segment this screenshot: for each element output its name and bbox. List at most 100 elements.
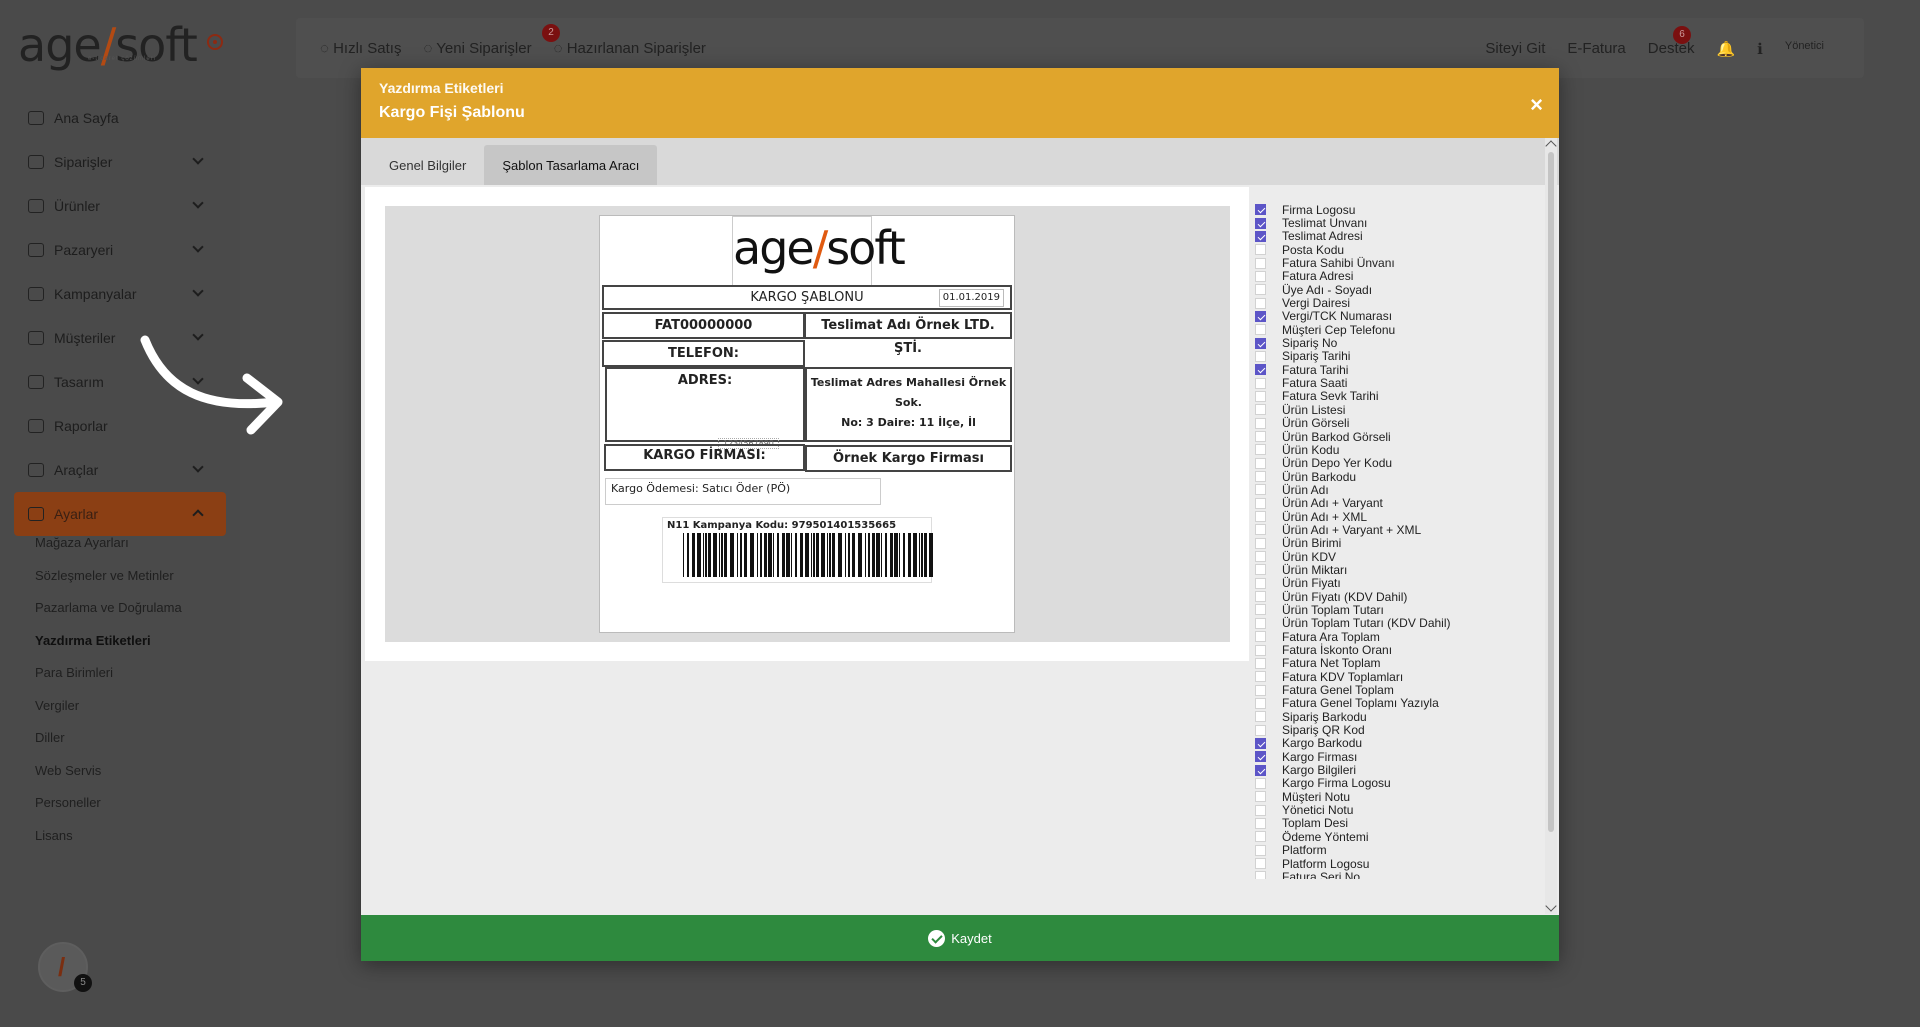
submenu-item[interactable]: Web Servis <box>35 763 182 796</box>
field-checkbox[interactable] <box>1255 270 1266 282</box>
field-checkbox[interactable] <box>1255 777 1266 789</box>
tab-general-info[interactable]: Genel Bilgiler <box>371 145 484 185</box>
field-checkbox[interactable] <box>1255 444 1266 456</box>
field-checkbox[interactable] <box>1255 577 1266 589</box>
field-option[interactable]: Ürün Adı + Varyant + XML <box>1255 523 1535 537</box>
field-option[interactable]: Kargo Bilgileri <box>1255 763 1535 777</box>
field-checkbox[interactable] <box>1255 858 1266 870</box>
field-checkbox[interactable] <box>1255 591 1266 603</box>
field-option[interactable]: Teslimat Unvanı <box>1255 216 1535 230</box>
tab-template-designer[interactable]: Şablon Tasarlama Aracı <box>484 145 658 185</box>
field-option[interactable]: Ödeme Yöntemi <box>1255 830 1535 844</box>
label-date[interactable]: 01.01.2019 <box>938 289 1004 307</box>
topbar-link[interactable]: Yeni Siparişler <box>423 40 531 57</box>
field-checkbox[interactable] <box>1255 337 1266 349</box>
support-link[interactable]: Destek <box>1648 40 1695 58</box>
field-option[interactable]: Fatura Ara Toplam <box>1255 630 1535 644</box>
sidebar-item[interactable]: Pazaryeri <box>14 228 226 272</box>
submenu-item[interactable]: Sözleşmeler ve Metinler <box>35 568 182 601</box>
scroll-up-icon[interactable] <box>1545 140 1557 152</box>
field-option[interactable]: Sipariş Barkodu <box>1255 710 1535 724</box>
field-checkbox[interactable] <box>1255 244 1266 256</box>
field-checkbox[interactable] <box>1255 377 1266 389</box>
field-checkbox[interactable] <box>1255 564 1266 576</box>
field-checkbox[interactable] <box>1255 417 1266 429</box>
field-option[interactable]: Ürün Listesi <box>1255 403 1535 417</box>
field-option[interactable]: Kargo Firma Logosu <box>1255 776 1535 790</box>
field-checkbox[interactable] <box>1255 831 1266 843</box>
field-option[interactable]: Ürün Depo Yer Kodu <box>1255 456 1535 470</box>
label-cargo-title[interactable]: KARGO FİRMASI: <box>604 444 805 471</box>
field-option[interactable]: Müşteri Notu <box>1255 790 1535 804</box>
close-icon[interactable]: × <box>1530 92 1543 118</box>
field-option[interactable]: Fatura Genel Toplamı Yazıyla <box>1255 696 1535 710</box>
field-option[interactable]: Fatura Sahibi Ünvanı <box>1255 256 1535 270</box>
field-option[interactable]: Ürün Adı + Varyant <box>1255 496 1535 510</box>
field-option[interactable]: Fatura Seri No <box>1255 870 1535 879</box>
sidebar-item[interactable]: Kampanyalar <box>14 272 226 316</box>
field-checkbox[interactable] <box>1255 551 1266 563</box>
field-checkbox[interactable] <box>1255 217 1266 229</box>
label-cargo-value[interactable]: Örnek Kargo Firması <box>805 445 1012 472</box>
submenu-item[interactable]: Diller <box>35 730 182 763</box>
field-option[interactable]: Fatura Net Toplam <box>1255 656 1535 670</box>
submenu-item[interactable]: Yazdırma Etiketleri <box>35 633 182 666</box>
field-option[interactable]: Fatura Genel Toplam <box>1255 683 1535 697</box>
field-option[interactable]: Ürün Miktarı <box>1255 563 1535 577</box>
field-option[interactable]: Ürün Birimi <box>1255 536 1535 550</box>
field-checkbox[interactable] <box>1255 817 1266 829</box>
field-option[interactable]: Fatura KDV Toplamları <box>1255 670 1535 684</box>
field-checkbox[interactable] <box>1255 230 1266 242</box>
field-checkbox[interactable] <box>1255 671 1266 683</box>
field-checkbox[interactable] <box>1255 711 1266 723</box>
submenu-item[interactable]: Mağaza Ayarları <box>35 535 182 568</box>
field-option[interactable]: Sipariş QR Kod <box>1255 723 1535 737</box>
chevron-down-icon[interactable] <box>192 461 204 473</box>
field-checkbox[interactable] <box>1255 297 1266 309</box>
field-checkbox[interactable] <box>1255 390 1266 402</box>
field-checkbox[interactable] <box>1255 791 1266 803</box>
info-icon[interactable]: ℹ <box>1757 40 1763 58</box>
field-option[interactable]: Ürün Adı + XML <box>1255 510 1535 524</box>
field-checkbox[interactable] <box>1255 751 1266 763</box>
label-barcode[interactable]: N11 Kampanya Kodu: 979501401535665 <box>662 517 933 583</box>
field-option[interactable]: Ürün Adı <box>1255 483 1535 497</box>
field-checkbox[interactable] <box>1255 350 1266 362</box>
chevron-down-icon[interactable] <box>192 509 204 521</box>
label-payment[interactable]: Kargo Ödemesi: Satıcı Öder (PÖ) <box>605 478 881 505</box>
chevron-down-icon[interactable] <box>192 197 204 209</box>
field-checkbox[interactable] <box>1255 804 1266 816</box>
field-checkbox[interactable] <box>1255 284 1266 296</box>
field-option[interactable]: Ürün Barkod Görseli <box>1255 430 1535 444</box>
field-checkbox[interactable] <box>1255 844 1266 856</box>
submenu-item[interactable]: Personeller <box>35 795 182 828</box>
field-checkbox[interactable] <box>1255 644 1266 656</box>
sidebar-item[interactable]: Araçlar <box>14 448 226 492</box>
field-option[interactable]: Ürün Toplam Tutarı (KDV Dahil) <box>1255 616 1535 630</box>
label-address-value[interactable]: Teslimat Adres Mahallesi Örnek Sok. No: … <box>805 367 1012 442</box>
e-invoice-link[interactable]: E-Fatura <box>1567 40 1625 58</box>
field-checkbox[interactable] <box>1255 631 1266 643</box>
field-option[interactable]: Toplam Desi <box>1255 816 1535 830</box>
label-logo[interactable]: age/soft <box>732 216 906 286</box>
field-option[interactable]: Sipariş Tarihi <box>1255 349 1535 363</box>
field-option[interactable]: Fatura Tarihi <box>1255 363 1535 377</box>
field-option[interactable]: Ürün Görseli <box>1255 416 1535 430</box>
user-name[interactable]: Yönetici <box>1785 40 1824 58</box>
field-option[interactable]: Kargo Barkodu <box>1255 736 1535 750</box>
field-option[interactable]: Posta Kodu <box>1255 243 1535 257</box>
field-checkbox[interactable] <box>1255 431 1266 443</box>
sidebar-item[interactable]: Ana Sayfa <box>14 96 226 140</box>
field-checkbox[interactable] <box>1255 604 1266 616</box>
field-option[interactable]: Fatura İskonto Oranı <box>1255 643 1535 657</box>
field-checkbox[interactable] <box>1255 511 1266 523</box>
field-checkbox[interactable] <box>1255 657 1266 669</box>
submenu-item[interactable]: Vergiler <box>35 698 182 731</box>
sidebar-item[interactable]: Ürünler <box>14 184 226 228</box>
label-title[interactable]: KARGO ŞABLONU 01.01.2019 <box>602 285 1012 310</box>
field-option[interactable]: Fatura Adresi <box>1255 269 1535 283</box>
field-checkbox[interactable] <box>1255 764 1266 776</box>
field-checkbox[interactable] <box>1255 737 1266 749</box>
chevron-down-icon[interactable] <box>192 153 204 165</box>
field-checkbox[interactable] <box>1255 310 1266 322</box>
